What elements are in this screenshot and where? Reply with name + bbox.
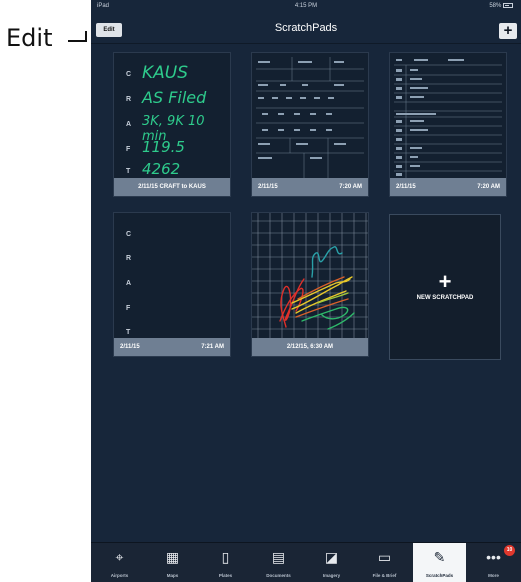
card-footer-date: 2/11/15 bbox=[120, 344, 140, 350]
new-scratchpad-label: NEW SCRATCHPAD bbox=[416, 295, 474, 301]
tab-label: Maps bbox=[166, 573, 179, 578]
scratchpad-card-list[interactable]: 2/11/15 7:20 AM bbox=[389, 52, 507, 197]
tab-label: File & Brief bbox=[372, 573, 397, 578]
tab-label: ScratchPads bbox=[425, 573, 454, 578]
new-scratchpad-tile[interactable]: + NEW SCRATCHPAD bbox=[389, 214, 501, 360]
nav-bar: Edit ScratchPads + bbox=[91, 14, 521, 44]
card-footer-title: 2/11/15 CRAFT to KAUS bbox=[138, 184, 206, 190]
add-scratchpad-button[interactable]: + bbox=[499, 23, 517, 39]
card-canvas bbox=[252, 213, 368, 338]
card-footer-title: 2/12/15, 6:30 AM bbox=[286, 344, 334, 350]
annotation-edit-label: Edit bbox=[6, 24, 53, 52]
card-canvas: C R A F T bbox=[114, 213, 230, 338]
craft-letter-f: F bbox=[126, 146, 131, 153]
tab-airports[interactable]: ⌖ Airports bbox=[93, 543, 146, 582]
craft-letter-c: C bbox=[126, 231, 132, 238]
craft-letter-r: R bbox=[126, 255, 132, 262]
ipad-screen: iPad 4:15 PM 58% Edit ScratchPads + C KA… bbox=[91, 0, 521, 582]
scratchpad-card-craft-blank[interactable]: C R A F T 2/11/15 7:21 AM bbox=[113, 212, 231, 357]
card-footer: 2/12/15, 6:30 AM bbox=[252, 338, 368, 356]
page-title: ScratchPads bbox=[274, 22, 338, 34]
craft-letter-r: R bbox=[126, 96, 132, 103]
battery-indicator: 58% bbox=[489, 3, 513, 9]
imagery-icon: ◪ bbox=[324, 549, 339, 565]
notification-badge: 10 bbox=[504, 545, 515, 556]
documents-icon: ▤ bbox=[271, 549, 286, 565]
battery-icon bbox=[503, 3, 513, 8]
scratchpad-card-form[interactable]: 2/11/15 7:20 AM bbox=[251, 52, 369, 197]
scratchpad-card-craft[interactable]: C KAUS R AS Filed A 3K, 9K 10 min F 119.… bbox=[113, 52, 231, 197]
form-template-graphic bbox=[256, 57, 364, 178]
handwriting-r: AS Filed bbox=[142, 88, 207, 107]
tab-label: Plates bbox=[218, 573, 233, 578]
handwriting-f: 119.5 bbox=[142, 138, 185, 156]
card-footer-date: 2/11/15 bbox=[396, 184, 416, 190]
card-footer-time: 7:20 AM bbox=[339, 184, 362, 190]
craft-letter-a: A bbox=[126, 121, 132, 128]
card-canvas: C KAUS R AS Filed A 3K, 9K 10 min F 119.… bbox=[114, 53, 230, 178]
plates-icon: ▯ bbox=[221, 549, 230, 565]
grid-drawing-graphic bbox=[252, 213, 368, 338]
card-footer: 2/11/15 7:20 AM bbox=[252, 178, 368, 196]
handwriting-t: 4262 bbox=[142, 160, 181, 178]
craft-letter-c: C bbox=[126, 71, 132, 78]
airport-icon: ⌖ bbox=[115, 549, 124, 565]
status-time: 4:15 PM bbox=[294, 3, 318, 9]
map-icon: ▦ bbox=[165, 549, 180, 565]
annotation-leader-tick bbox=[85, 31, 87, 42]
card-footer-time: 7:21 AM bbox=[201, 344, 224, 350]
tab-more[interactable]: ••• More 10 bbox=[467, 543, 520, 582]
battery-percent: 58% bbox=[489, 3, 502, 10]
file-brief-icon: ▭ bbox=[377, 549, 392, 565]
tab-label: Imagery bbox=[322, 573, 341, 578]
scratchpad-card-grid[interactable]: 2/12/15, 6:30 AM bbox=[251, 212, 369, 357]
card-footer: 2/11/15 7:21 AM bbox=[114, 338, 230, 356]
card-footer-time: 7:20 AM bbox=[477, 184, 500, 190]
tab-documents[interactable]: ▤ Documents bbox=[252, 543, 305, 582]
list-template-graphic bbox=[394, 59, 502, 178]
tab-imagery[interactable]: ◪ Imagery bbox=[305, 543, 358, 582]
tab-label: Airports bbox=[110, 573, 129, 578]
tab-label: More bbox=[488, 573, 499, 578]
craft-letter-t: T bbox=[126, 168, 131, 175]
card-footer: 2/11/15 7:20 AM bbox=[390, 178, 506, 196]
status-bar: iPad 4:15 PM 58% bbox=[91, 0, 521, 14]
tab-maps[interactable]: ▦ Maps bbox=[146, 543, 199, 582]
craft-letter-a: A bbox=[126, 280, 132, 287]
plus-icon: + bbox=[438, 269, 452, 294]
annotation-leader-line bbox=[68, 40, 86, 42]
tab-plates[interactable]: ▯ Plates bbox=[199, 543, 252, 582]
card-canvas bbox=[390, 53, 506, 178]
tab-label: Documents bbox=[266, 573, 291, 578]
card-canvas bbox=[252, 53, 368, 178]
craft-letter-t: T bbox=[126, 329, 131, 336]
handwriting-c: KAUS bbox=[142, 63, 189, 83]
tab-scratchpads[interactable]: ✎ ScratchPads bbox=[413, 543, 466, 582]
bottom-tab-bar: ⌖ Airports ▦ Maps ▯ Plates ▤ Documents ◪… bbox=[91, 542, 521, 582]
card-footer: 2/11/15 CRAFT to KAUS bbox=[114, 178, 230, 196]
card-footer-date: 2/11/15 bbox=[258, 184, 278, 190]
scratchpad-icon: ✎ bbox=[433, 549, 446, 565]
craft-letter-f: F bbox=[126, 305, 131, 312]
tab-file-brief[interactable]: ▭ File & Brief bbox=[358, 543, 411, 582]
